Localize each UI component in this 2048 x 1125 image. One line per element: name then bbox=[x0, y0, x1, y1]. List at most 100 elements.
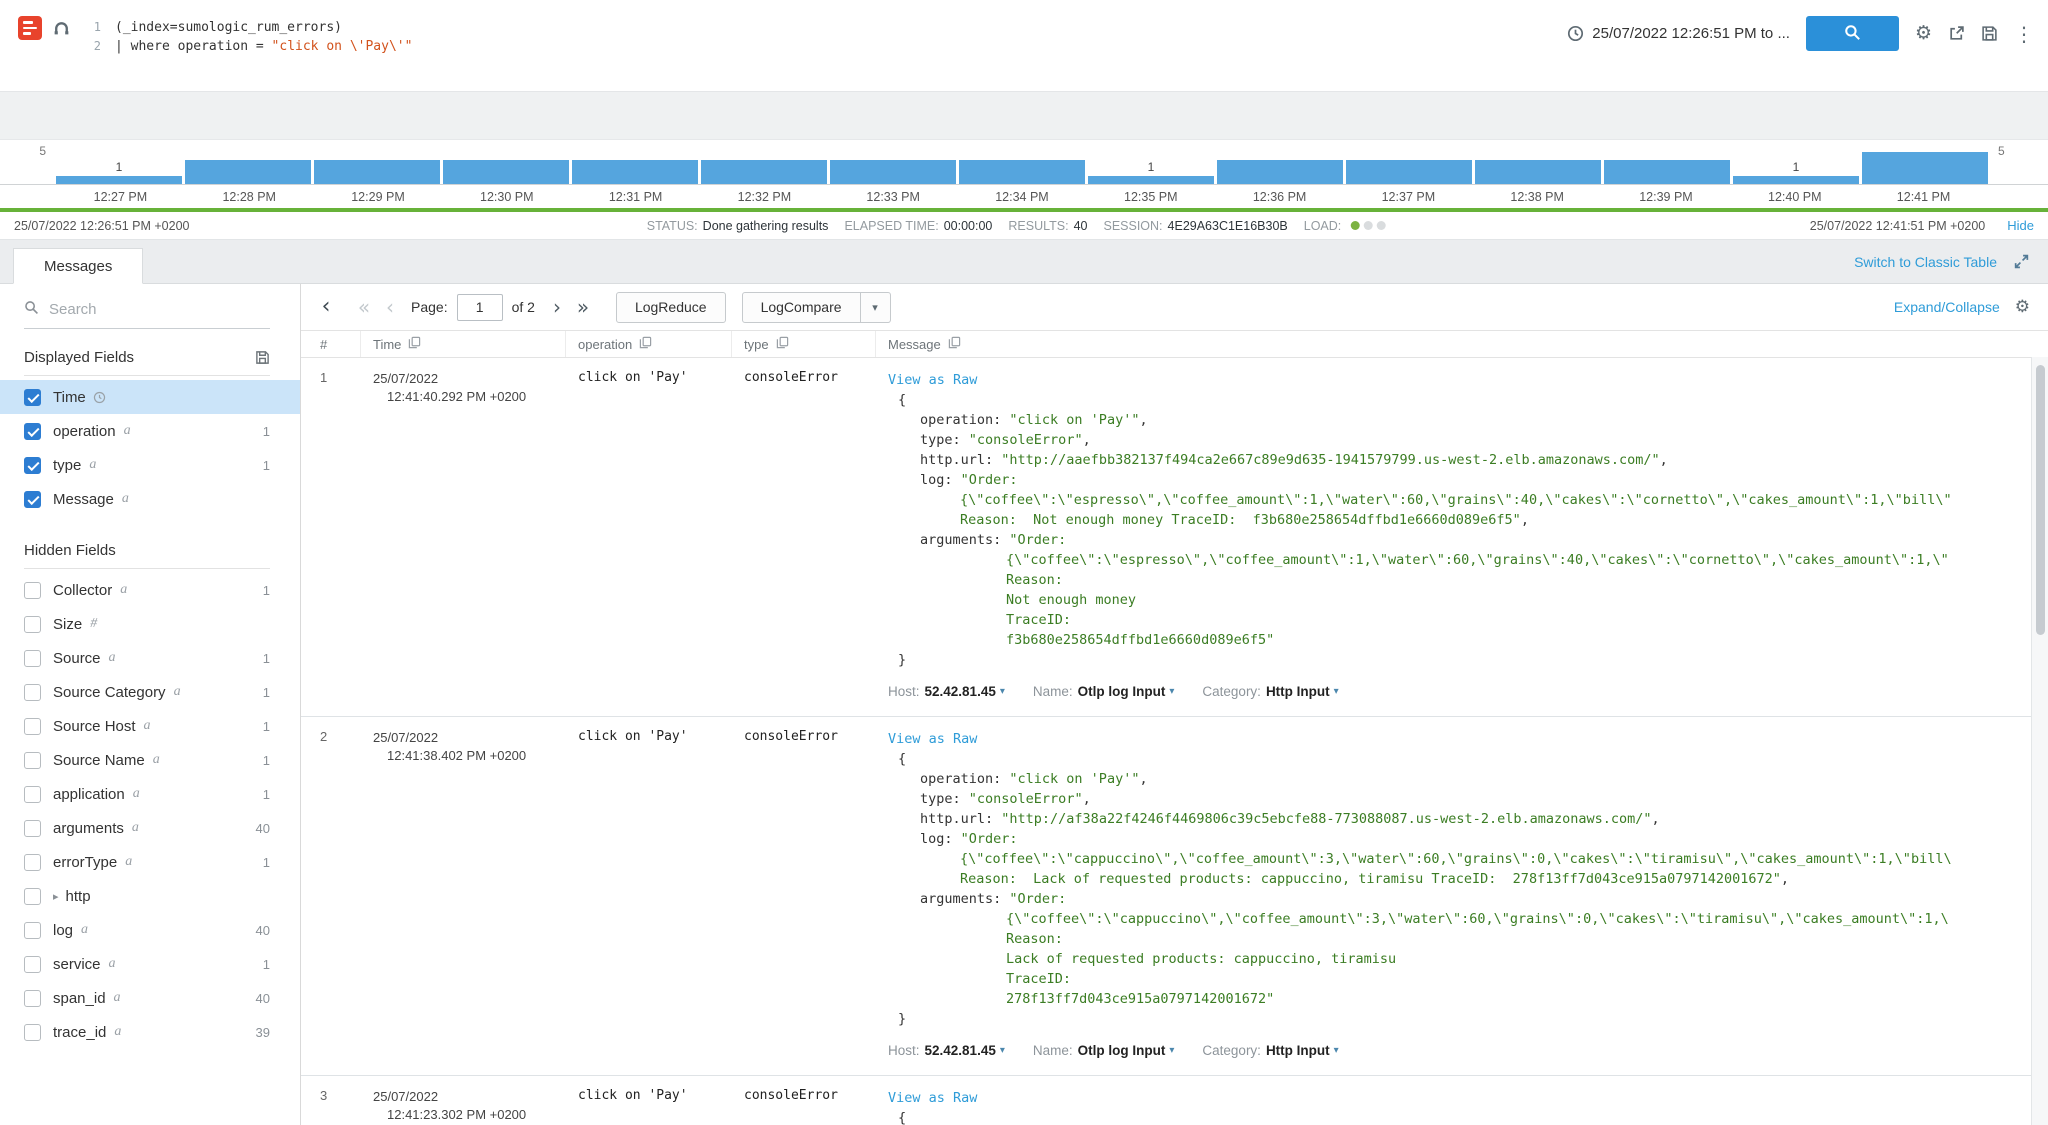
field-item-errortype[interactable]: errorType a 1 bbox=[0, 845, 300, 879]
field-item-size[interactable]: Size # bbox=[0, 607, 300, 641]
field-item-time[interactable]: Time bbox=[0, 380, 300, 414]
hide-histogram-link[interactable]: Hide bbox=[2007, 218, 2034, 233]
histogram-bar[interactable] bbox=[314, 144, 440, 184]
histogram-bar[interactable] bbox=[443, 144, 569, 184]
histogram-bar[interactable] bbox=[959, 144, 1085, 184]
logcompare-dropdown-button[interactable]: ▾ bbox=[860, 291, 891, 323]
name-dropdown[interactable]: Name: Otlp log Input ▾ bbox=[1033, 682, 1175, 702]
field-checkbox[interactable] bbox=[24, 422, 41, 440]
field-item-trace_id[interactable]: trace_id a 39 bbox=[0, 1015, 300, 1049]
vertical-scrollbar[interactable] bbox=[2031, 357, 2048, 1125]
collapse-chevron-icon[interactable]: ‹ bbox=[313, 296, 339, 318]
field-item-arguments[interactable]: arguments a 40 bbox=[0, 811, 300, 845]
category-dropdown[interactable]: Category: Http Input ▾ bbox=[1202, 682, 1338, 702]
field-item-source-name[interactable]: Source Name a 1 bbox=[0, 743, 300, 777]
logcompare-button[interactable]: LogCompare bbox=[741, 291, 861, 323]
next-page-button[interactable]: › bbox=[544, 297, 570, 317]
copy-icon[interactable] bbox=[408, 336, 421, 352]
field-checkbox[interactable] bbox=[24, 581, 41, 599]
kebab-menu-icon[interactable]: ⋮ bbox=[2014, 24, 2034, 44]
field-item-http[interactable]: ▸ http bbox=[0, 879, 300, 913]
copy-icon[interactable] bbox=[776, 336, 789, 352]
share-icon[interactable] bbox=[1948, 25, 1965, 42]
field-item-operation[interactable]: operation a 1 bbox=[0, 414, 300, 448]
field-checkbox[interactable] bbox=[24, 989, 41, 1007]
view-as-raw-link[interactable]: View as Raw bbox=[888, 729, 2031, 749]
category-dropdown[interactable]: Category: Http Input ▾ bbox=[1202, 1041, 1338, 1061]
column-header-time[interactable]: Time bbox=[361, 331, 566, 357]
field-count: 40 bbox=[255, 922, 270, 938]
prev-page-button[interactable]: ‹ bbox=[377, 297, 403, 317]
field-checkbox[interactable] bbox=[24, 785, 41, 803]
name-dropdown[interactable]: Name: Otlp log Input ▾ bbox=[1033, 1041, 1175, 1061]
field-checkbox[interactable] bbox=[24, 751, 41, 769]
field-item-source-host[interactable]: Source Host a 1 bbox=[0, 709, 300, 743]
field-checkbox[interactable] bbox=[24, 649, 41, 667]
field-item-type[interactable]: type a 1 bbox=[0, 448, 300, 482]
histogram-bar[interactable] bbox=[572, 144, 698, 184]
field-checkbox[interactable] bbox=[24, 615, 41, 633]
field-checkbox[interactable] bbox=[24, 490, 41, 508]
page-number-input[interactable] bbox=[456, 293, 503, 321]
expand-panel-icon[interactable] bbox=[2013, 253, 2030, 270]
histogram-bar[interactable] bbox=[1346, 144, 1472, 184]
time-range-selector[interactable]: 25/07/2022 12:26:51 PM to ... bbox=[1567, 25, 1790, 42]
histogram-bar[interactable] bbox=[830, 144, 956, 184]
field-checkbox[interactable] bbox=[24, 921, 41, 939]
field-item-application[interactable]: application a 1 bbox=[0, 777, 300, 811]
host-dropdown[interactable]: Host: 52.42.81.45 ▾ bbox=[888, 1041, 1005, 1061]
first-page-button[interactable]: « bbox=[351, 297, 377, 317]
headphones-icon[interactable] bbox=[52, 18, 71, 37]
expand-collapse-link[interactable]: Expand/Collapse bbox=[1894, 299, 2000, 315]
histogram-bar[interactable] bbox=[185, 144, 311, 184]
histogram-bar[interactable]: 1 bbox=[56, 144, 182, 184]
field-item-service[interactable]: service a 1 bbox=[0, 947, 300, 981]
column-header-operation[interactable]: operation bbox=[566, 331, 732, 357]
histogram-bar[interactable] bbox=[701, 144, 827, 184]
field-search-input[interactable]: Search bbox=[24, 300, 270, 329]
field-checkbox[interactable] bbox=[24, 388, 41, 406]
last-page-button[interactable]: » bbox=[570, 297, 596, 317]
column-header-number[interactable]: # bbox=[301, 331, 361, 357]
host-dropdown[interactable]: Host: 52.42.81.45 ▾ bbox=[888, 682, 1005, 702]
field-item-log[interactable]: log a 40 bbox=[0, 913, 300, 947]
histogram-bar[interactable]: 1 bbox=[1088, 144, 1214, 184]
query-editor[interactable]: (_index=sumologic_rum_errors) | where op… bbox=[101, 0, 1567, 56]
status-item: RESULTS: 40 bbox=[1008, 219, 1087, 233]
save-fields-icon[interactable] bbox=[255, 350, 270, 365]
histogram-bar[interactable]: 1 bbox=[1733, 144, 1859, 184]
field-item-source[interactable]: Source a 1 bbox=[0, 641, 300, 675]
column-header-type[interactable]: type bbox=[732, 331, 876, 357]
expand-caret-icon[interactable]: ▸ bbox=[53, 890, 59, 903]
field-checkbox[interactable] bbox=[24, 1023, 41, 1041]
histogram-bar[interactable] bbox=[1475, 144, 1601, 184]
field-item-span_id[interactable]: span_id a 40 bbox=[0, 981, 300, 1015]
field-item-message[interactable]: Message a bbox=[0, 482, 300, 516]
histogram-bar[interactable] bbox=[1217, 144, 1343, 184]
field-checkbox[interactable] bbox=[24, 887, 41, 905]
field-checkbox[interactable] bbox=[24, 955, 41, 973]
switch-to-classic-table-link[interactable]: Switch to Classic Table bbox=[1854, 254, 1997, 270]
histogram-bar[interactable] bbox=[1604, 144, 1730, 184]
column-header-message[interactable]: Message bbox=[876, 331, 2031, 357]
copy-icon[interactable] bbox=[948, 336, 961, 352]
tab-messages[interactable]: Messages bbox=[13, 248, 144, 284]
view-as-raw-link[interactable]: View as Raw bbox=[888, 1088, 2031, 1108]
field-checkbox[interactable] bbox=[24, 683, 41, 701]
table-settings-gear-icon[interactable]: ⚙ bbox=[2015, 298, 2030, 316]
sumologic-logo[interactable] bbox=[18, 16, 42, 40]
field-checkbox[interactable] bbox=[24, 717, 41, 735]
field-item-collector[interactable]: Collector a 1 bbox=[0, 573, 300, 607]
gear-icon[interactable]: ⚙ bbox=[1915, 24, 1932, 43]
histogram-bar[interactable] bbox=[1862, 144, 1988, 184]
view-as-raw-link[interactable]: View as Raw bbox=[888, 370, 2031, 390]
field-checkbox[interactable] bbox=[24, 456, 41, 474]
search-button[interactable] bbox=[1805, 16, 1899, 51]
scrollbar-thumb[interactable] bbox=[2035, 365, 2045, 635]
field-checkbox[interactable] bbox=[24, 853, 41, 871]
field-item-source-category[interactable]: Source Category a 1 bbox=[0, 675, 300, 709]
copy-icon[interactable] bbox=[639, 336, 652, 352]
field-checkbox[interactable] bbox=[24, 819, 41, 837]
logreduce-button[interactable]: LogReduce bbox=[615, 291, 726, 323]
save-icon[interactable] bbox=[1981, 25, 1998, 42]
